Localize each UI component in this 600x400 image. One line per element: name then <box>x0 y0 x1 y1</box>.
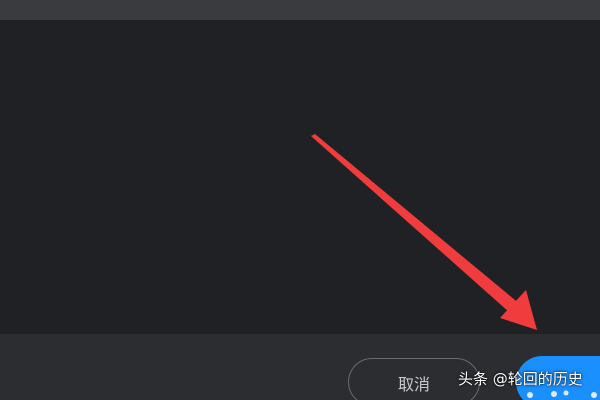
confirm-button-label-fragment <box>527 390 597 398</box>
top-bar <box>0 0 600 20</box>
cancel-button[interactable]: 取消 <box>348 358 480 400</box>
confirm-button[interactable] <box>516 356 600 400</box>
content-area <box>0 20 600 334</box>
dialog-screen: 取消 头条 @轮回的历史 <box>0 0 600 400</box>
bottom-action-bar <box>0 334 600 400</box>
